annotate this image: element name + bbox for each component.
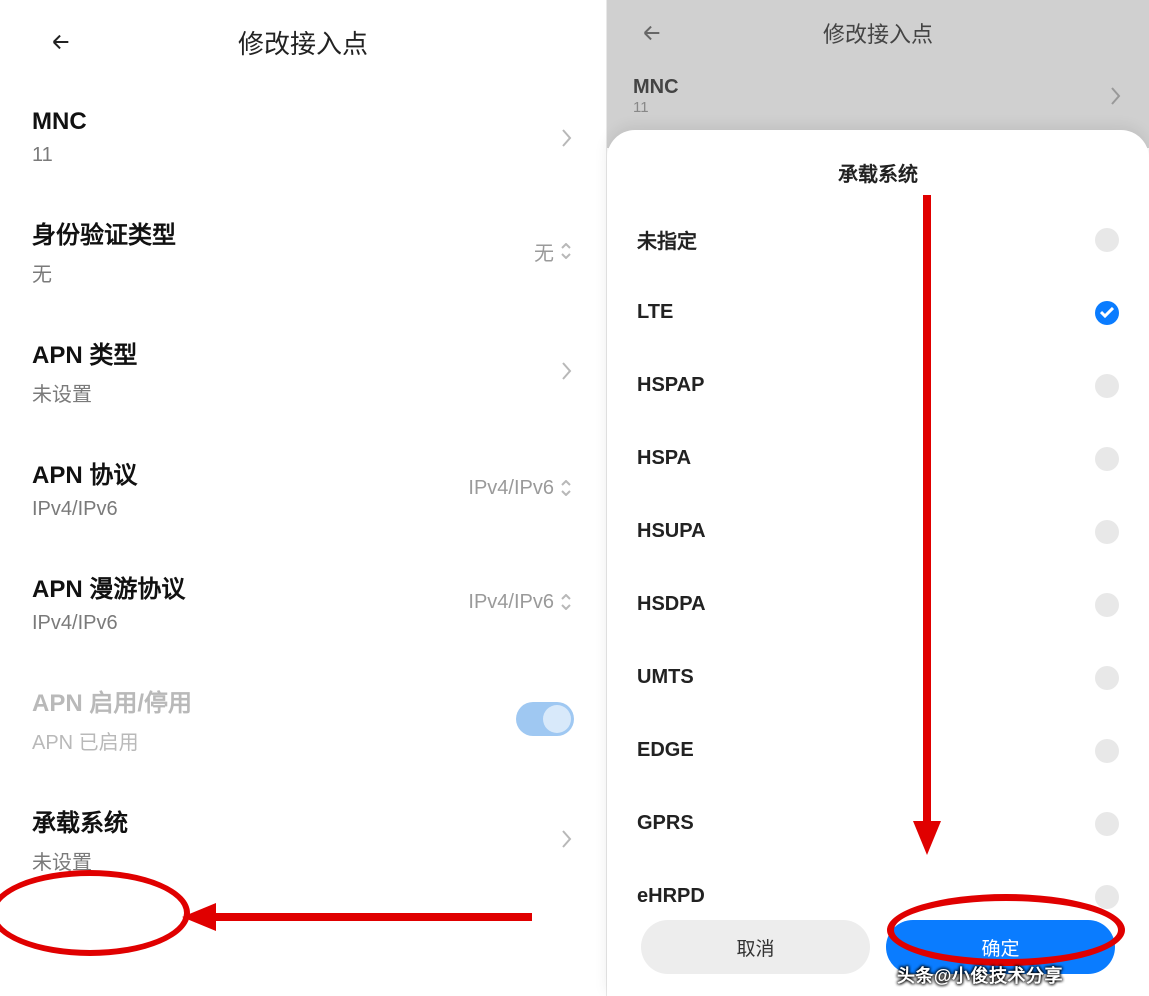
header: 修改接入点 <box>32 0 574 84</box>
bearer-popup: 承载系统 未指定 LTE HSPAP HSPA HSUPA HSDPA UMTS EDGE GP… <box>607 130 1149 996</box>
option-row[interactable]: HSPAP <box>637 349 1119 422</box>
option-label: eHRPD <box>637 885 705 908</box>
row-sub: IPv4/IPv6 <box>32 498 137 521</box>
row-value: IPv4/IPv6 <box>468 591 554 614</box>
row-title: APN 类型 <box>32 335 137 370</box>
radio-icon[interactable] <box>1095 228 1119 252</box>
option-label: 未指定 <box>637 225 697 254</box>
dim-row-mnc: MNC 11 <box>633 66 1123 116</box>
option-row[interactable]: HSUPA <box>637 495 1119 568</box>
chevron-right-icon <box>560 828 574 850</box>
chevron-right-icon <box>560 360 574 382</box>
option-label: EDGE <box>637 739 694 762</box>
radio-icon[interactable] <box>1095 885 1119 909</box>
sort-arrows-icon <box>560 240 574 262</box>
row-apn-roam-protocol[interactable]: APN 漫游协议 IPv4/IPv6 IPv4/IPv6 <box>32 545 574 659</box>
row-title: APN 漫游协议 <box>32 569 185 604</box>
radio-icon[interactable] <box>1095 666 1119 690</box>
row-sub: 11 <box>633 99 679 116</box>
row-sub: 无 <box>32 258 176 287</box>
row-title: APN 协议 <box>32 455 137 490</box>
back-icon[interactable] <box>641 22 663 44</box>
dimmed-background: 修改接入点 MNC 11 <box>607 0 1149 148</box>
row-mnc[interactable]: MNC 11 <box>32 84 574 191</box>
option-label: HSDPA <box>637 593 706 616</box>
row-sub: 未设置 <box>32 378 137 407</box>
radio-checked-icon[interactable] <box>1095 301 1119 325</box>
watermark: 头条@小俊技术分享 <box>897 962 1063 988</box>
row-title: 身份验证类型 <box>32 215 176 250</box>
popup-title: 承载系统 <box>637 158 1119 187</box>
radio-icon[interactable] <box>1095 374 1119 398</box>
option-row[interactable]: LTE <box>637 276 1119 349</box>
radio-icon[interactable] <box>1095 447 1119 471</box>
header: 修改接入点 <box>633 0 1123 66</box>
option-label: HSPAP <box>637 374 704 397</box>
option-row[interactable]: UMTS <box>637 641 1119 714</box>
sort-arrows-icon <box>560 477 574 499</box>
radio-icon[interactable] <box>1095 739 1119 763</box>
option-label: LTE <box>637 301 673 324</box>
row-bearer[interactable]: 承载系统 未设置 <box>32 779 574 899</box>
row-apn-enable: APN 启用/停用 APN 已启用 <box>32 659 574 779</box>
row-apn-type[interactable]: APN 类型 未设置 <box>32 311 574 431</box>
sort-arrows-icon <box>560 591 574 613</box>
radio-icon[interactable] <box>1095 520 1119 544</box>
chevron-right-icon <box>1109 85 1123 107</box>
toggle-switch[interactable] <box>516 702 574 736</box>
option-row[interactable]: HSPA <box>637 422 1119 495</box>
row-sub: APN 已启用 <box>32 726 192 755</box>
row-title: MNC <box>32 108 87 136</box>
option-label: UMTS <box>637 666 694 689</box>
option-row[interactable]: HSDPA <box>637 568 1119 641</box>
page-title: 修改接入点 <box>823 17 933 49</box>
row-title: 承载系统 <box>32 803 128 838</box>
row-sub: IPv4/IPv6 <box>32 612 185 635</box>
row-sub: 11 <box>32 144 87 167</box>
option-label: GPRS <box>637 812 694 835</box>
chevron-right-icon <box>560 127 574 149</box>
row-title: APN 启用/停用 <box>32 683 192 718</box>
option-label: HSUPA <box>637 520 706 543</box>
option-row[interactable]: EDGE <box>637 714 1119 787</box>
row-sub: 未设置 <box>32 846 128 875</box>
row-value: IPv4/IPv6 <box>468 477 554 500</box>
option-label: HSPA <box>637 447 691 470</box>
option-row[interactable]: GPRS <box>637 787 1119 860</box>
row-value: 无 <box>534 237 554 266</box>
row-apn-protocol[interactable]: APN 协议 IPv4/IPv6 IPv4/IPv6 <box>32 431 574 545</box>
page-title: 修改接入点 <box>238 24 368 61</box>
right-screen: 修改接入点 MNC 11 承载系统 未指定 LTE HSPAP HSPA HSUPA HS… <box>607 0 1149 996</box>
option-row[interactable]: eHRPD <box>637 860 1119 914</box>
back-icon[interactable] <box>50 31 72 53</box>
row-auth-type[interactable]: 身份验证类型 无 无 <box>32 191 574 311</box>
row-title: MNC <box>633 76 679 99</box>
radio-icon[interactable] <box>1095 812 1119 836</box>
cancel-button[interactable]: 取消 <box>641 920 870 974</box>
radio-icon[interactable] <box>1095 593 1119 617</box>
annotation-arrow <box>182 897 542 937</box>
left-screen: 修改接入点 MNC 11 身份验证类型 无 无 <box>0 0 607 996</box>
option-row[interactable]: 未指定 <box>637 203 1119 276</box>
